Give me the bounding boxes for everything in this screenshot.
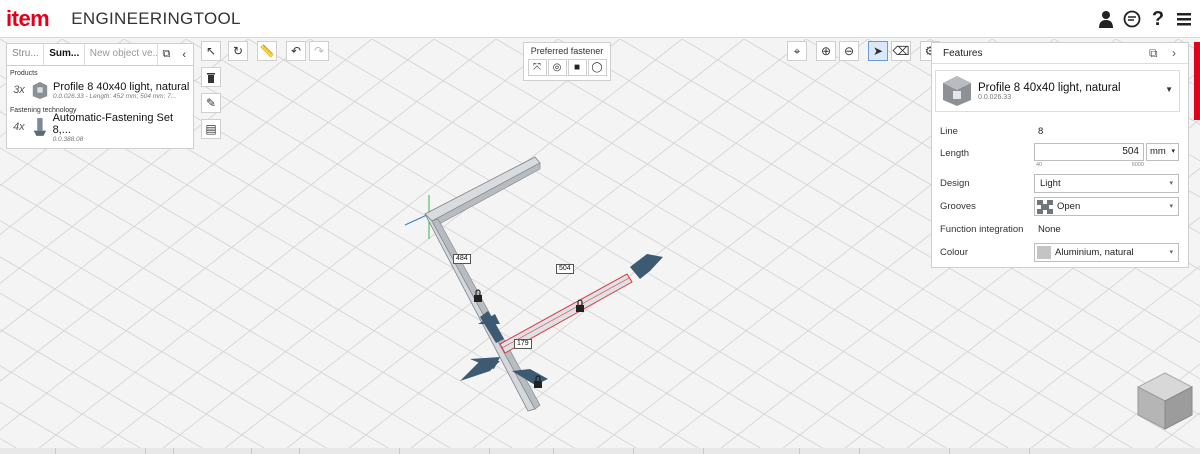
- chevron-down-icon: ▾: [1169, 180, 1173, 187]
- chevron-down-icon: ▾: [1169, 249, 1173, 256]
- redo-icon[interactable]: ↷: [309, 41, 329, 61]
- eraser-icon[interactable]: ⌫: [891, 41, 911, 61]
- selected-product-name: Profile 8 40x40 light, natural: [978, 81, 1121, 94]
- colour-select[interactable]: Aluminium, natural ▾: [1034, 243, 1179, 262]
- connect-tool-button[interactable]: ✎: [201, 93, 221, 113]
- dimension-label-vertical[interactable]: 484: [453, 254, 471, 264]
- notes-button[interactable]: ▤: [201, 119, 221, 139]
- function-integration-value: None: [1038, 223, 1061, 235]
- product-selector[interactable]: Profile 8 40x40 light, natural 0.0.026.3…: [935, 70, 1180, 112]
- delete-button[interactable]: [201, 67, 221, 87]
- feedback-tab[interactable]: [1194, 42, 1200, 120]
- tab-summary[interactable]: Sum...: [44, 44, 85, 65]
- features-panel: Features ⧉ › Profile 8 40x40 light, natu…: [931, 42, 1189, 268]
- dimension-label-offset[interactable]: 179: [514, 339, 532, 349]
- fastening-name: Automatic-Fastening Set 8,...: [52, 111, 174, 136]
- products-label: Products: [10, 70, 38, 77]
- chevron-left-icon[interactable]: ‹: [175, 44, 193, 65]
- user-icon[interactable]: [1096, 8, 1116, 30]
- zoom-out-icon[interactable]: ⊖: [839, 41, 859, 61]
- profile-vertical[interactable]: [424, 213, 536, 412]
- product-details: 0.0.026.33 - Length: 452 mm; 504 mm; 7..…: [53, 92, 177, 100]
- line-label: Line: [940, 125, 958, 137]
- undo-icon[interactable]: ↶: [286, 41, 306, 61]
- fastener-circle-icon[interactable]: ◯: [587, 59, 607, 76]
- chevron-down-icon: ▾: [1169, 203, 1173, 210]
- arrow-right[interactable]: [630, 254, 663, 279]
- line-value: 8: [1038, 125, 1044, 137]
- function-integration-label: Function integration: [940, 223, 1024, 235]
- groove-open-icon: [1037, 199, 1053, 214]
- fastening-details: 0.0.388.08: [52, 135, 84, 143]
- fastening-qty: 4x: [13, 121, 25, 133]
- popout-icon[interactable]: ⧉: [1149, 46, 1158, 61]
- preferred-fastener-label: Preferred fastener: [530, 46, 604, 56]
- tab-new-object-version[interactable]: New object ve...: [85, 44, 158, 65]
- tab-structure[interactable]: Stru...: [7, 44, 45, 65]
- product-qty: 3x: [13, 84, 25, 96]
- design-value: Light: [1040, 178, 1061, 189]
- design-select[interactable]: Light ▾: [1034, 174, 1179, 193]
- length-unit-value: mm: [1150, 146, 1166, 157]
- bottom-bar: [0, 448, 1200, 454]
- refresh-icon[interactable]: ↻: [228, 41, 248, 61]
- colour-label: Colour: [940, 246, 968, 258]
- send-icon[interactable]: ➤: [868, 41, 888, 61]
- length-label: Length: [940, 147, 970, 159]
- length-unit-select[interactable]: mm ▾: [1146, 143, 1179, 161]
- measure-icon[interactable]: 📏: [257, 41, 277, 61]
- menu-icon[interactable]: [1174, 8, 1194, 30]
- fastener-icon: [33, 118, 46, 136]
- structure-panel: Stru... Sum... New object ve... ⧉ ‹ Prod…: [6, 43, 194, 149]
- selected-product-id: 0.0.026.33: [978, 93, 1012, 101]
- popout-icon[interactable]: ⧉: [158, 44, 176, 65]
- focus-target-icon[interactable]: ⌖: [787, 41, 807, 61]
- grooves-value: Open: [1057, 201, 1081, 212]
- zoom-in-icon[interactable]: ⊕: [816, 41, 836, 61]
- grooves-select[interactable]: Open ▾: [1034, 197, 1179, 216]
- item-logo[interactable]: item: [6, 6, 50, 32]
- length-max: 6000: [1131, 162, 1144, 168]
- app-header: item ENGINEERINGTOOL ?: [0, 0, 1200, 38]
- chat-icon[interactable]: [1122, 8, 1142, 30]
- fastener-auto-icon[interactable]: ⤧: [527, 59, 547, 76]
- fastener-center-icon[interactable]: ◎: [547, 59, 567, 76]
- chevron-right-icon[interactable]: ›: [1172, 46, 1176, 60]
- select-cursor-button[interactable]: ↖: [201, 41, 221, 61]
- length-min: 40: [1036, 162, 1043, 168]
- dimension-label-selected[interactable]: 504: [556, 264, 574, 274]
- design-label: Design: [940, 177, 970, 189]
- grooves-label: Grooves: [940, 200, 976, 212]
- list-item[interactable]: 3x Profile 8 40x40 light, natural 0.0.02…: [7, 77, 193, 103]
- colour-value: Aluminium, natural: [1055, 247, 1134, 258]
- length-input[interactable]: 504: [1034, 143, 1144, 161]
- profile-icon: [32, 81, 48, 99]
- profile-top[interactable]: [424, 156, 541, 222]
- product-name: Profile 8 40x40 light, natural: [53, 80, 190, 93]
- app-title: ENGINEERINGTOOL: [71, 8, 241, 28]
- preferred-fastener-panel: Preferred fastener ⤧ ◎ ■ ◯: [523, 42, 611, 81]
- list-item[interactable]: 4x Automatic-Fastening Set 8,... 0.0.388…: [7, 111, 193, 143]
- help-icon[interactable]: ?: [1148, 8, 1168, 30]
- profile-icon: [943, 76, 971, 106]
- features-title: Features: [943, 47, 983, 59]
- fastener-square-icon[interactable]: ■: [567, 59, 587, 76]
- colour-swatch: [1037, 246, 1051, 259]
- chevron-down-icon[interactable]: ▼: [1165, 85, 1173, 94]
- view-cube[interactable]: [1134, 369, 1196, 431]
